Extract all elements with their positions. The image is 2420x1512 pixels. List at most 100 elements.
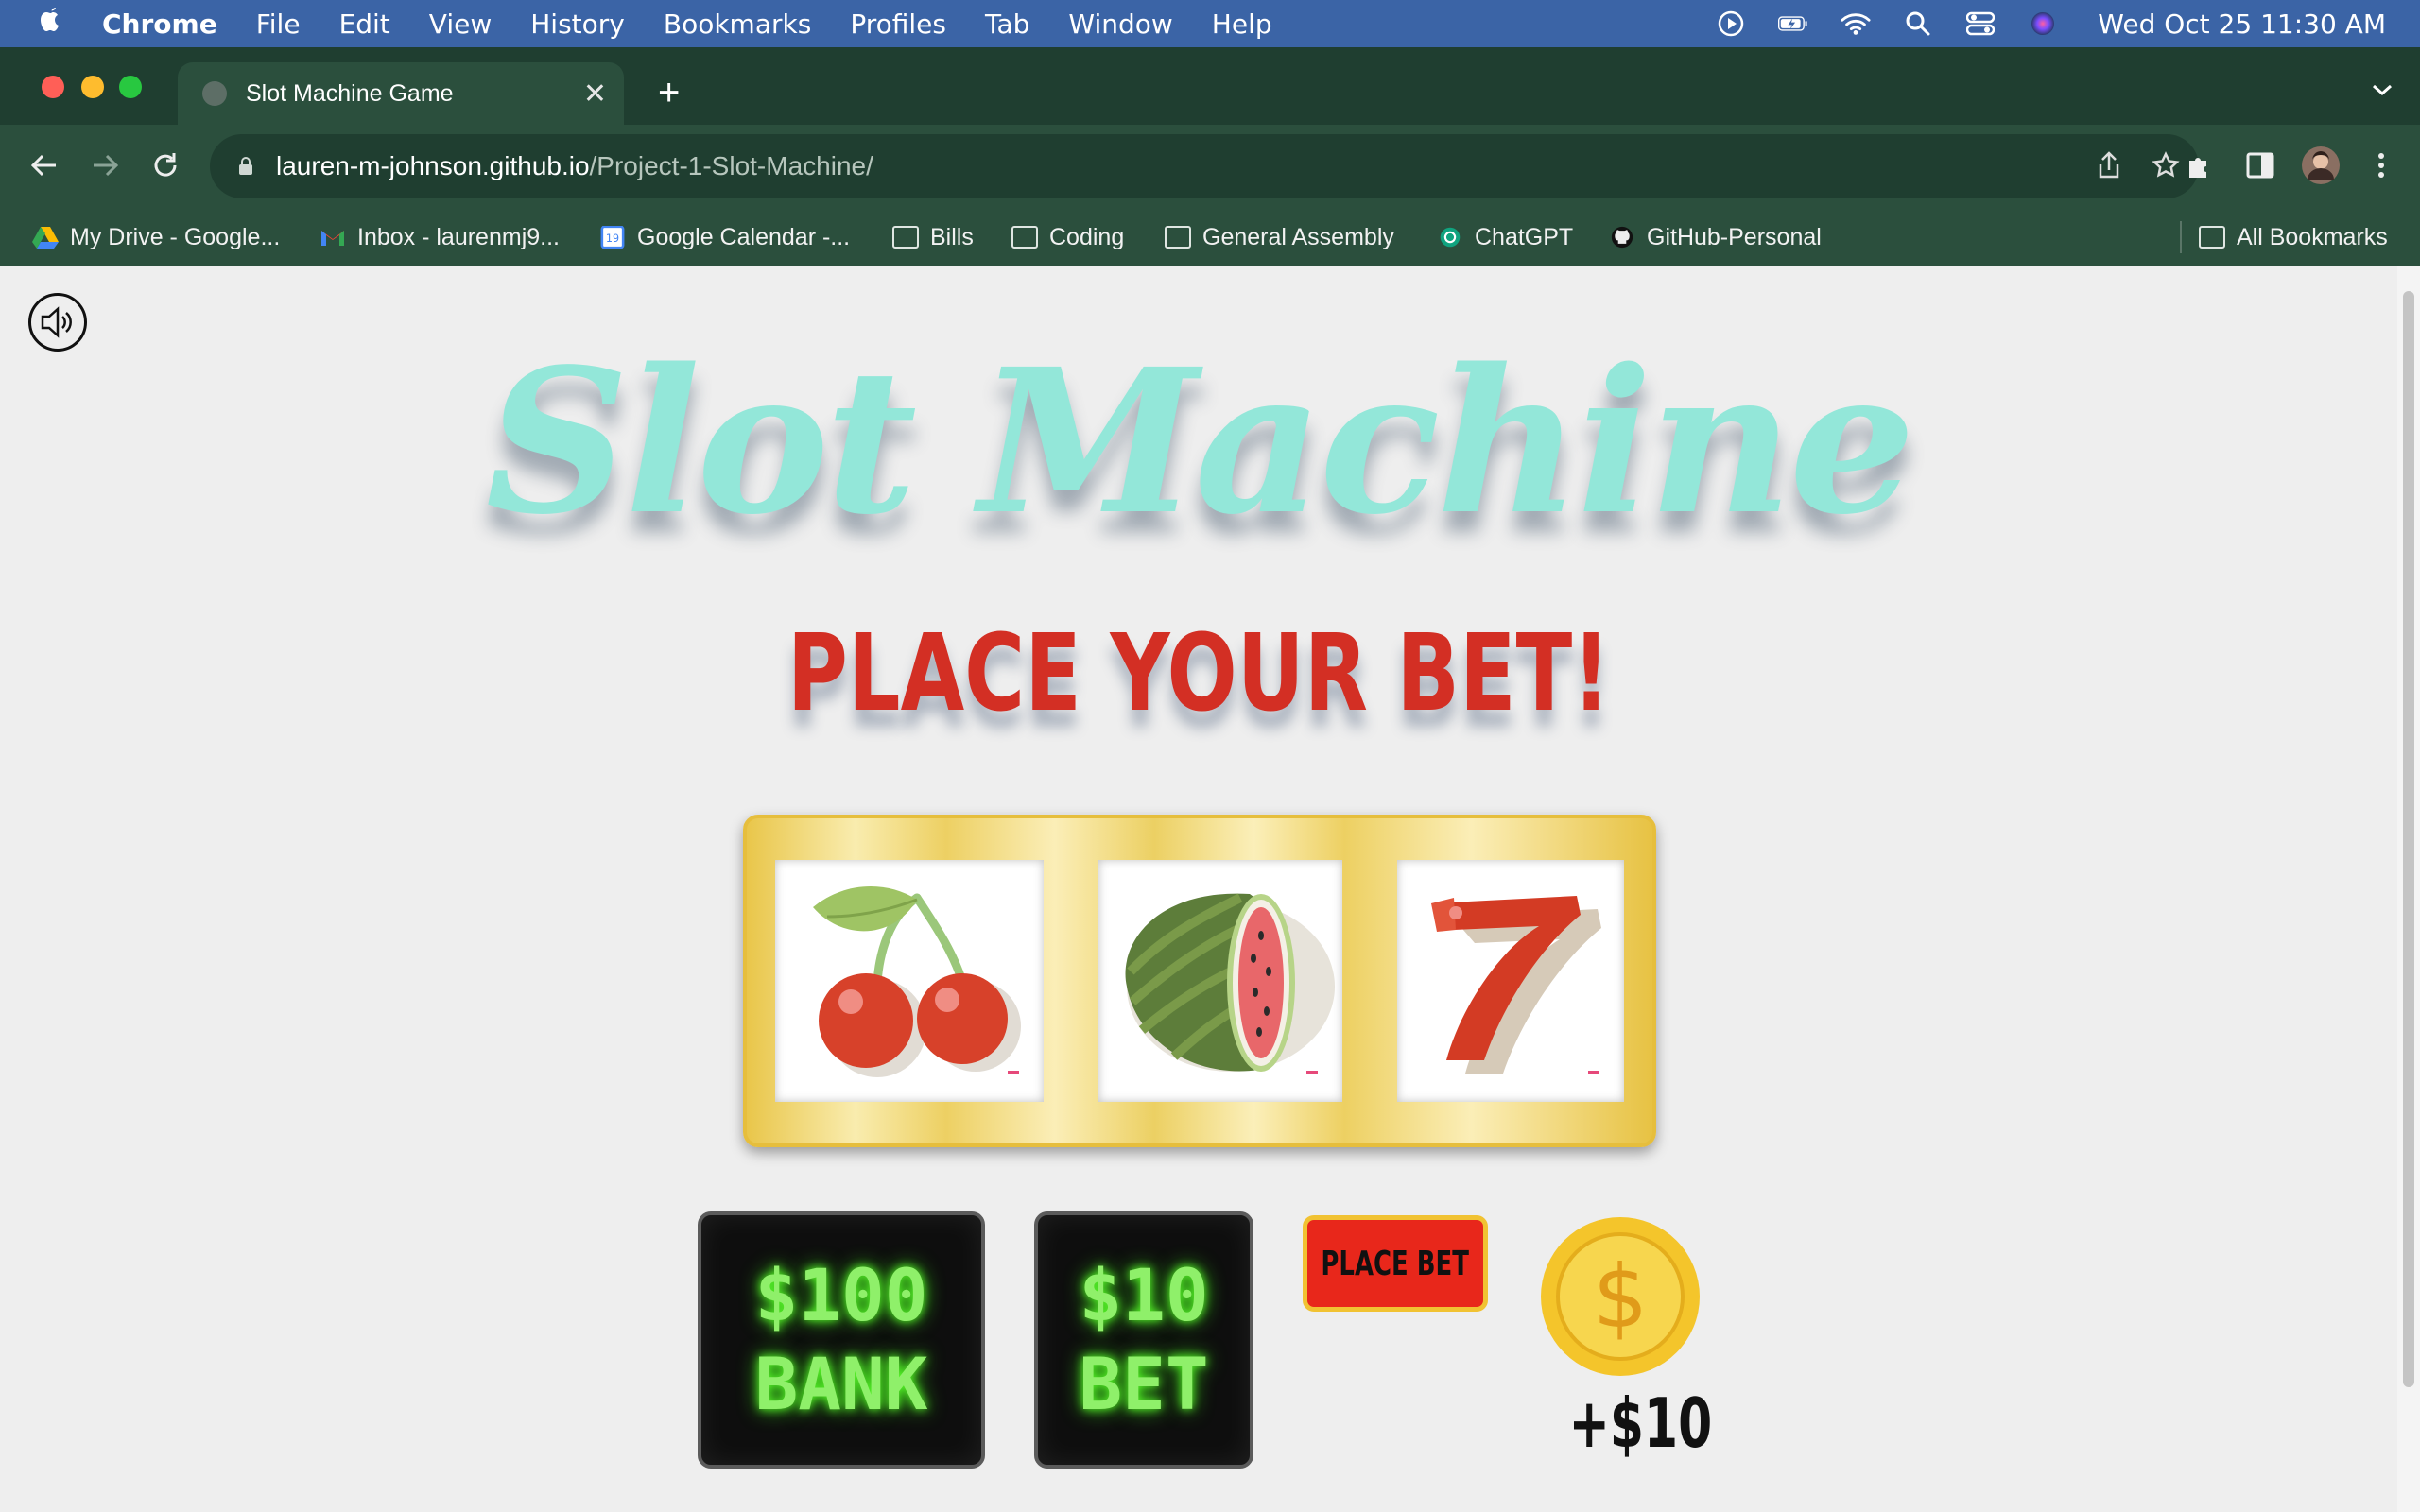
minimize-window-icon[interactable]	[81, 76, 104, 98]
scrollbar-thumb[interactable]	[2403, 291, 2414, 1387]
zoom-window-icon[interactable]	[119, 76, 142, 98]
watermelon-icon	[1125, 893, 1335, 1072]
winnings-text: +$10	[1541, 1383, 1712, 1463]
bet-display: $10 BET	[1034, 1211, 1253, 1469]
control-center-icon[interactable]	[1965, 10, 1996, 37]
bet-amount: $10	[1079, 1253, 1209, 1337]
bank-display: $100 BANK	[698, 1211, 985, 1469]
reel-marker	[1008, 1071, 1019, 1074]
share-icon[interactable]	[2097, 151, 2121, 187]
gmail-icon	[321, 231, 344, 246]
game-title: Slot Machine	[485, 325, 1916, 558]
page-scrollbar[interactable]	[2397, 266, 2420, 1512]
bookmark-inbox[interactable]: Inbox - laurenmj9...	[320, 208, 560, 266]
play-icon[interactable]	[1716, 10, 1746, 37]
bookmark-label: Coding	[1049, 223, 1125, 250]
bookmark-google-calendar[interactable]: 19 Google Calendar -...	[599, 208, 850, 266]
tab-slot-machine[interactable]: Slot Machine Game ✕	[178, 62, 624, 125]
menu-bookmarks[interactable]: Bookmarks	[664, 9, 811, 40]
reel-3	[1397, 860, 1624, 1102]
menu-help[interactable]: Help	[1212, 9, 1272, 40]
github-icon	[1611, 226, 1634, 249]
bookmark-label: GitHub-Personal	[1647, 223, 1822, 250]
status-area: Wed Oct 25 11:30 AM	[1716, 0, 2386, 47]
bookmark-label: Bills	[930, 223, 974, 250]
all-bookmarks-label: All Bookmarks	[2237, 223, 2388, 250]
coin-symbol: $	[1593, 1246, 1649, 1348]
bookmarks-bar: My Drive - Google... Inbox - laurenmj9..…	[0, 208, 2420, 266]
cherry-icon	[813, 886, 1021, 1077]
side-panel-icon[interactable]	[2237, 142, 2284, 189]
reel-marker	[1306, 1071, 1318, 1074]
bookmark-github-personal[interactable]: GitHub-Personal	[1609, 208, 1822, 266]
seven-icon	[1431, 896, 1601, 1074]
game-message: PLACE YOUR BET!	[786, 612, 1611, 735]
chevron-down-icon[interactable]	[2371, 77, 2394, 104]
bank-amount: $100	[754, 1253, 928, 1337]
folder-icon	[1165, 226, 1191, 249]
bookmark-label: My Drive - Google...	[70, 223, 281, 250]
browser-chrome: Slot Machine Game ✕ + lauren-m-johnson.g…	[0, 47, 2420, 266]
wifi-icon[interactable]	[1841, 10, 1871, 37]
bookmarks-divider	[2180, 221, 2182, 253]
more-menu-icon[interactable]	[2358, 142, 2405, 189]
battery-icon[interactable]	[1778, 10, 1808, 37]
macos-menu-bar: Chrome File Edit View History Bookmarks …	[0, 0, 2420, 47]
url-path: /Project-1-Slot-Machine/	[589, 151, 873, 180]
bookmark-label: Google Calendar -...	[637, 223, 851, 250]
lock-icon[interactable]	[238, 157, 253, 176]
bookmark-folder-bills[interactable]: Bills	[892, 208, 974, 266]
menubar-clock[interactable]: Wed Oct 25 11:30 AM	[2098, 9, 2386, 40]
bet-label: BET	[1079, 1342, 1209, 1426]
bookmark-folder-coding[interactable]: Coding	[1011, 208, 1124, 266]
calendar-day: 19	[606, 232, 619, 245]
profile-avatar[interactable]	[2297, 142, 2344, 189]
menu-edit[interactable]: Edit	[339, 9, 390, 40]
bookmark-my-drive[interactable]: My Drive - Google...	[32, 208, 280, 266]
bookmark-label: General Assembly	[1202, 223, 1394, 250]
game-page: Slot Machine PLACE YOUR BET! $100 BANK $…	[0, 266, 2397, 1512]
place-bet-label: PLACE BET	[1321, 1244, 1470, 1283]
siri-icon[interactable]	[2028, 10, 2058, 37]
bookmark-label: ChatGPT	[1475, 223, 1574, 250]
menu-history[interactable]: History	[530, 9, 625, 40]
all-bookmarks-button[interactable]: All Bookmarks	[2199, 208, 2388, 266]
bookmark-label: Inbox - laurenmj9...	[357, 223, 560, 250]
url-host: lauren-m-johnson.github.io	[276, 151, 590, 180]
reel-marker	[1588, 1071, 1599, 1074]
google-drive-icon	[32, 227, 59, 249]
google-calendar-icon: 19	[600, 226, 625, 249]
bookmark-folder-general-assembly[interactable]: General Assembly	[1165, 208, 1394, 266]
close-tab-icon[interactable]: ✕	[583, 77, 607, 111]
apple-menu-icon[interactable]	[34, 6, 68, 43]
menu-tab[interactable]: Tab	[985, 9, 1029, 40]
extensions-icon[interactable]	[2176, 142, 2223, 189]
forward-icon[interactable]	[81, 142, 129, 189]
reel-1	[775, 860, 1044, 1102]
reload-icon[interactable]	[142, 142, 189, 189]
back-icon[interactable]	[21, 142, 68, 189]
new-tab-icon[interactable]: +	[658, 74, 680, 112]
folder-icon	[2199, 226, 2225, 249]
tab-title: Slot Machine Game	[246, 79, 454, 107]
place-bet-button[interactable]: PLACE BET	[1303, 1215, 1488, 1312]
folder-icon	[892, 226, 919, 249]
chatgpt-icon	[1440, 227, 1461, 248]
menu-view[interactable]: View	[429, 9, 492, 40]
address-bar[interactable]: lauren-m-johnson.github.io/Project-1-Slo…	[210, 134, 2199, 198]
add-bet-coin-button[interactable]: $	[1539, 1215, 1702, 1378]
slot-machine	[743, 815, 1656, 1147]
tab-strip: Slot Machine Game ✕ +	[0, 47, 2420, 125]
menu-app-name[interactable]: Chrome	[102, 9, 217, 40]
folder-icon	[1011, 226, 1038, 249]
bank-label: BANK	[754, 1342, 928, 1426]
globe-icon	[202, 81, 227, 106]
search-icon[interactable]	[1903, 10, 1933, 37]
close-window-icon[interactable]	[42, 76, 64, 98]
reel-2	[1098, 860, 1342, 1102]
bookmark-chatgpt[interactable]: ChatGPT	[1437, 208, 1573, 266]
menu-profiles[interactable]: Profiles	[850, 9, 946, 40]
winnings-value: +$10	[1568, 1383, 1713, 1463]
menu-window[interactable]: Window	[1068, 9, 1172, 40]
menu-file[interactable]: File	[256, 9, 301, 40]
